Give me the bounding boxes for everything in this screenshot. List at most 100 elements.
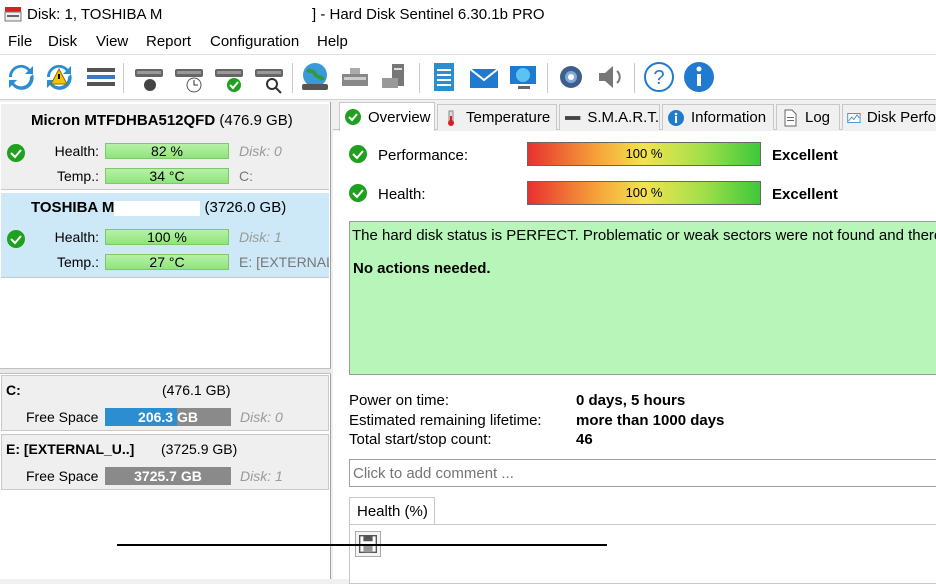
detail-pane: Overview Temperature S.M.A.R.T. Informat… [333,102,936,584]
title-bar: Disk: 1, TOSHIBA M ] - Hard Disk Sentine… [0,0,936,30]
svg-text:?: ? [653,67,664,89]
free-space-label: Free Space [26,468,99,484]
disk-search-icon[interactable] [252,60,286,94]
performance-label: Performance: [378,147,469,164]
menu-report[interactable]: Report [146,33,191,50]
menu-file[interactable]: File [8,33,32,50]
tab-health-percent[interactable]: Health (%) [349,497,435,525]
volume-name: C: [6,382,21,398]
volume-size: (3725.9 GB) [161,441,238,457]
volume-name: E: [EXTERNAL_U..] [6,441,135,457]
disk-list-icon[interactable] [84,60,118,94]
free-space-bar: 206.3 GB [105,408,231,426]
disk-name: Micron MTFDHBA512QFD (476.9 GB) [31,112,293,129]
startstop-value: 46 [576,431,593,448]
status-ok-icon [349,184,367,202]
health-bar: 100 % [105,229,229,245]
disk-ref: Disk: 0 [239,143,282,159]
volume-panel-1[interactable]: E: [EXTERNAL_U..] (3725.9 GB) Free Space… [1,434,329,490]
temp-label: Temp.: [56,254,99,270]
free-space-value: 206.3 GB [138,409,198,425]
tab-temperature[interactable]: Temperature [437,104,557,130]
comment-input[interactable] [349,459,936,487]
menu-view[interactable]: View [96,33,128,50]
disk-clock-icon[interactable] [172,60,206,94]
tab-strip: Overview Temperature S.M.A.R.T. Informat… [333,102,936,131]
disk-panel-1[interactable]: TOSHIBA M (3726.0 GB) Health: 100 % Disk… [1,193,329,278]
action-message: No actions needed. [353,260,491,277]
disk-panel-0[interactable]: Micron MTFDHBA512QFD (476.9 GB) Health: … [1,104,329,190]
overview-panel: Performance: 100 % Excellent Health: 100… [333,131,936,584]
health-chart-panel [349,524,936,584]
tab-log[interactable]: Log [776,104,840,130]
disk-ref: Disk: 1 [240,468,283,484]
refresh-warning-icon[interactable] [42,60,76,94]
chart-icon [847,112,861,123]
info-icon [668,109,684,126]
toolbar-separator [634,63,635,93]
disk-list-pane: Micron MTFDHBA512QFD (476.9 GB) Health: … [0,102,331,579]
notes-icon[interactable] [427,60,461,94]
volume-size: (476.1 GB) [162,382,231,398]
status-ok-icon [349,145,367,163]
temp-bar: 34 °C [105,168,229,184]
help-icon[interactable]: ? [642,60,676,94]
volume-ref: C: [239,168,253,184]
power-on-label: Power on time: [349,392,450,409]
free-space-label: Free Space [26,409,99,425]
menu-help[interactable]: Help [317,33,348,50]
check-icon [345,109,361,125]
performance-bar: 100 % [527,142,761,166]
refresh-icon[interactable] [4,60,38,94]
app-icon [4,7,22,22]
menu-bar: File Disk View Report Configuration Help [0,30,936,55]
lifetime-label: Estimated remaining lifetime: [349,412,542,429]
health-bar: 100 % [527,181,761,205]
volume-ref: E: [EXTERNAL [239,254,329,270]
globe-icon[interactable] [298,60,332,94]
status-message: The hard disk status is PERFECT. Problem… [352,227,936,244]
server-disk-icon[interactable] [378,60,412,94]
volume-panel-0[interactable]: C: (476.1 GB) Free Space 206.3 GB Disk: … [1,375,329,431]
pane-splitter[interactable] [0,368,331,374]
startstop-label: Total start/stop count: [349,431,492,448]
lifetime-value: more than 1000 days [576,412,725,429]
mail-icon[interactable] [467,60,501,94]
temp-label: Temp.: [56,168,99,184]
disk-ref: Disk: 1 [239,229,282,245]
speaker-icon[interactable] [594,60,628,94]
tab-overview[interactable]: Overview [339,102,435,131]
document-icon [784,109,797,126]
health-label: Health: [54,143,99,159]
toolbar-separator [123,63,124,93]
thermometer-icon [448,110,454,126]
web-icon[interactable] [507,60,541,94]
menu-disk[interactable]: Disk [48,33,77,50]
disk-icon [564,115,581,120]
network-disk-icon[interactable] [338,60,372,94]
gear-icon[interactable] [554,60,588,94]
disk-tool-icon[interactable] [132,60,166,94]
free-space-bar: 3725.7 GB [105,467,231,485]
performance-status: Excellent [772,147,838,164]
chart-frame-top [117,544,607,546]
window-title-app: ] - Hard Disk Sentinel 6.30.1b PRO [312,6,545,23]
toolbar-separator [419,63,420,93]
health-bar: 82 % [105,143,229,159]
menu-configuration[interactable]: Configuration [210,33,299,50]
disk-check-icon[interactable] [212,60,246,94]
info-icon[interactable] [682,60,716,94]
disk-ref: Disk: 0 [240,409,283,425]
tab-information[interactable]: Information [662,104,774,130]
tab-disk-performance[interactable]: Disk Perfo [842,104,936,130]
toolbar-separator [292,63,293,93]
toolbar-separator [547,63,548,93]
disk-name: TOSHIBA M (3726.0 GB) [31,199,287,216]
temp-bar: 27 °C [105,254,229,270]
health-label: Health: [54,229,99,245]
tab-smart[interactable]: S.M.A.R.T. [559,104,660,130]
health-status: Excellent [772,186,838,203]
status-message-box: The hard disk status is PERFECT. Problem… [349,221,936,375]
health-label: Health: [378,186,426,203]
window-title-disk: Disk: 1, TOSHIBA M [27,6,163,23]
